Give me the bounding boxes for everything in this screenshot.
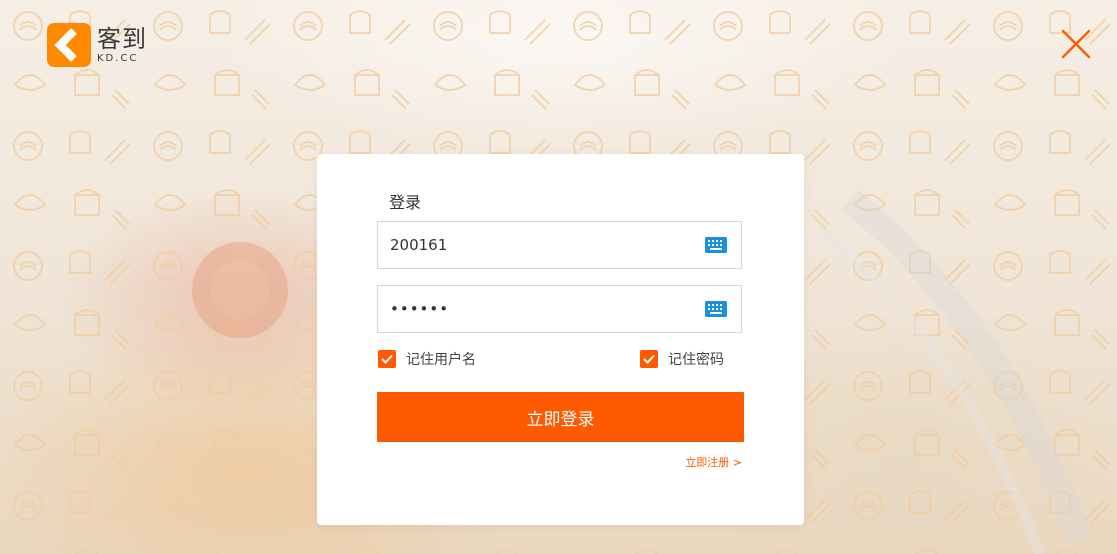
username-input[interactable] <box>390 222 690 268</box>
check-icon <box>381 354 393 364</box>
remember-username-label: 记住用户名 <box>406 352 476 368</box>
username-field[interactable] <box>377 221 742 269</box>
remember-username-checkbox[interactable]: 记住用户名 <box>378 349 476 369</box>
brand-domain: KD.CC <box>97 52 139 64</box>
logo-mark-icon <box>47 23 91 67</box>
login-button[interactable]: 立即登录 <box>377 392 744 442</box>
keyboard-icon[interactable] <box>705 237 727 253</box>
register-link[interactable]: 立即注册 > <box>685 454 742 470</box>
check-icon <box>643 354 655 364</box>
brand-name: 客到 <box>97 24 147 53</box>
password-input[interactable] <box>390 286 690 332</box>
checkbox-box[interactable] <box>378 350 396 368</box>
remember-password-label: 记住密码 <box>668 352 724 368</box>
checkbox-box[interactable] <box>640 350 658 368</box>
close-icon[interactable] <box>1060 28 1092 60</box>
remember-password-checkbox[interactable]: 记住密码 <box>640 349 724 369</box>
password-field[interactable] <box>377 285 742 333</box>
keyboard-icon[interactable] <box>705 301 727 317</box>
login-title: 登录 <box>389 193 422 212</box>
login-panel: 登录 记住用户名 <box>317 154 804 525</box>
brand-logo: 客到 KD.CC <box>47 23 147 67</box>
